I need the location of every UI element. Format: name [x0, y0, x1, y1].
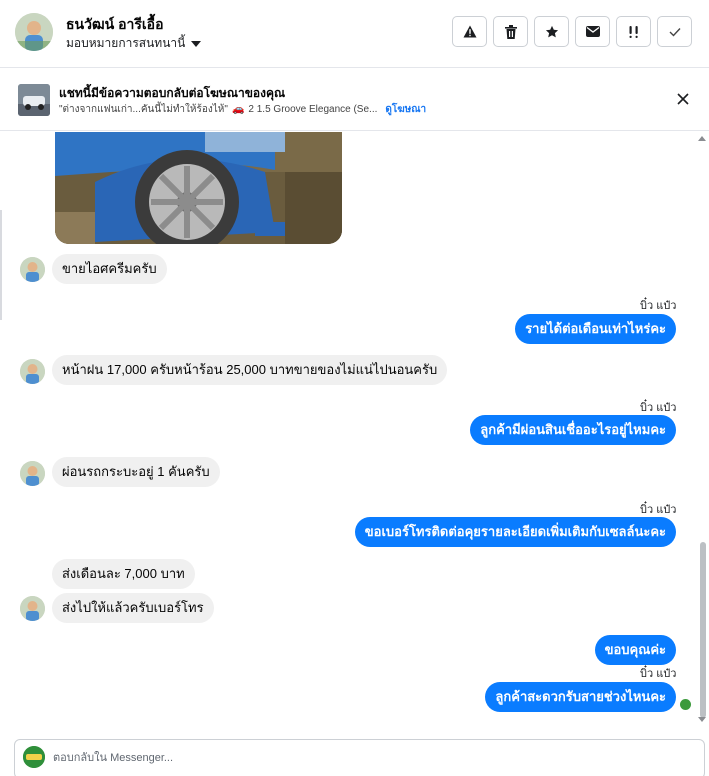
contact-avatar[interactable] — [15, 13, 53, 51]
contact-avatar-small — [20, 596, 45, 621]
ad-banner-title: แชทนี้มีข้อความตอบกลับต่อโฆษณาของคุณ — [59, 86, 286, 100]
follow-up-button[interactable] — [616, 16, 651, 47]
seen-by-label: บิ๋ว แป๋ว — [640, 504, 677, 516]
attached-photo[interactable] — [55, 132, 342, 244]
seen-by-label: บิ๋ว แป๋ว — [640, 402, 677, 414]
star-icon — [545, 25, 558, 37]
scrollbar[interactable] — [698, 132, 708, 726]
outgoing-message[interactable]: ลูกค้ามีผ่อนสินเชื่ออะไรอยู่ไหมคะ — [470, 415, 676, 445]
outgoing-message[interactable]: ขอบคุณค่ะ — [594, 635, 676, 665]
scroll-down-arrow-icon[interactable] — [698, 717, 706, 722]
page-avatar — [23, 746, 45, 768]
reply-composer[interactable] — [14, 739, 705, 776]
caret-down-icon — [191, 40, 202, 47]
mark-unread-button[interactable] — [575, 16, 610, 47]
contact-avatar-small — [20, 257, 45, 282]
view-ad-link[interactable]: ดูโฆษณา — [385, 102, 426, 117]
contact-name[interactable]: ธนวัฒน์ อารีเอื้อ — [66, 14, 163, 36]
reply-input[interactable] — [53, 748, 653, 768]
priority-icon — [629, 25, 638, 38]
mark-done-button[interactable] — [657, 16, 692, 47]
scroll-thumb[interactable] — [700, 542, 706, 718]
outgoing-message[interactable]: ขอเบอร์โทรติดต่อคุยรายละเอียดเพิ่มเติมกั… — [354, 517, 676, 547]
assign-conversation-dropdown[interactable]: มอบหมายการสนทนานี้ — [66, 34, 202, 53]
car-emoji-icon: 🚗 — [231, 104, 245, 115]
assign-label: มอบหมายการสนทนานี้ — [66, 36, 186, 50]
warning-icon — [463, 25, 476, 38]
incoming-message[interactable]: ส่งเดือนละ 7,000 บาท — [52, 559, 195, 589]
ad-quote: "ต่างจากแฟนเก่า...คันนี้ไม่ทำให้ร้องไห้" — [59, 104, 228, 115]
ad-thumbnail[interactable] — [18, 84, 50, 116]
contact-avatar-small — [20, 359, 45, 384]
incoming-message[interactable]: หน้าฝน 17,000 ครับหน้าร้อน 25,000 บาทขาย… — [52, 355, 448, 385]
star-button[interactable] — [534, 16, 569, 47]
outgoing-message[interactable]: ลูกค้าสะดวกรับสายช่วงไหนคะ — [485, 682, 676, 712]
incoming-message[interactable]: ผ่อนรถกระบะอยู่ 1 คันครับ — [52, 457, 220, 487]
check-icon — [669, 27, 681, 37]
ad-product: 2 1.5 Groove Elegance (Se... — [248, 104, 378, 115]
seen-by-label: บิ๋ว แป๋ว — [640, 300, 677, 312]
incoming-message[interactable]: ส่งไปให้แล้วครับเบอร์โทร — [52, 593, 214, 623]
report-spam-button[interactable] — [452, 16, 487, 47]
ad-banner-subtitle: "ต่างจากแฟนเก่า...คันนี้ไม่ทำให้ร้องไห้"… — [59, 102, 426, 117]
contact-avatar-small — [20, 461, 45, 486]
read-receipt-avatar — [679, 698, 692, 711]
scroll-up-arrow-icon[interactable] — [698, 136, 706, 141]
seen-by-label: บิ๋ว แป๋ว — [640, 668, 677, 680]
close-icon[interactable] — [675, 91, 691, 107]
delete-button[interactable] — [493, 16, 528, 47]
incoming-message[interactable]: ขายไอศครีมครับ — [52, 254, 167, 284]
mail-icon — [585, 26, 600, 37]
outgoing-message[interactable]: รายได้ต่อเดือนเท่าไหร่คะ — [515, 314, 676, 344]
ad-reply-banner: แชทนี้มีข้อความตอบกลับต่อโฆษณาของคุณ "ต่… — [0, 69, 709, 131]
message-thread: ขายไอศครีมครับ บิ๋ว แป๋ว รายได้ต่อเดือนเ… — [0, 132, 709, 736]
trash-icon — [504, 24, 517, 39]
conversation-header: ธนวัฒน์ อารีเอื้อ มอบหมายการสนทนานี้ — [0, 0, 709, 68]
